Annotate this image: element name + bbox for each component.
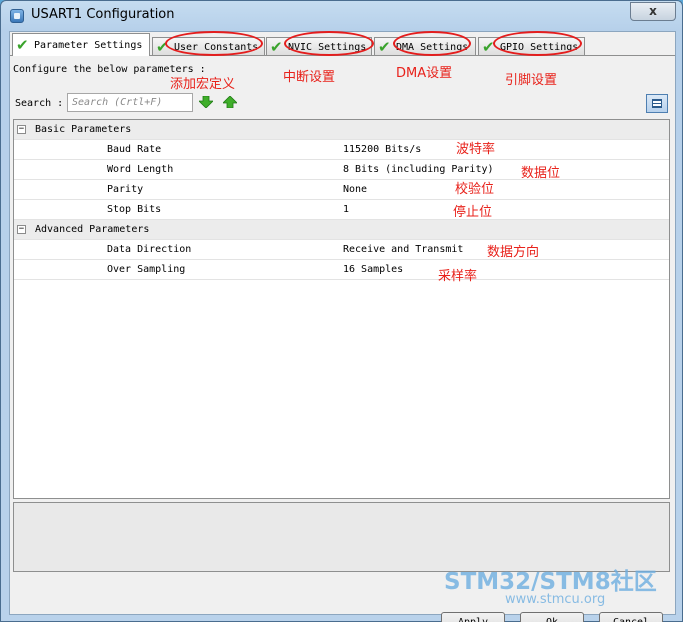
list-view-icon: [652, 99, 662, 108]
param-name: Parity: [107, 184, 144, 195]
param-row-baud-rate[interactable]: Baud Rate 115200 Bits/s: [14, 140, 669, 160]
param-row-over-sampling[interactable]: Over Sampling 16 Samples: [14, 260, 669, 280]
param-name: Word Length: [107, 164, 174, 175]
param-value[interactable]: 115200 Bits/s: [343, 144, 421, 155]
check-icon: ✔: [270, 38, 283, 56]
close-button[interactable]: x: [630, 2, 676, 21]
search-previous-up-arrow-icon[interactable]: [223, 96, 237, 108]
annotation-word-length: 数据位: [521, 166, 561, 181]
param-row-stop-bits[interactable]: Stop Bits 1: [14, 200, 669, 220]
ok-button[interactable]: Ok: [520, 612, 584, 622]
check-icon: ✔: [16, 36, 29, 54]
annotation-stop-bits: 停止位: [453, 205, 493, 220]
annotation-ellipse-dma: [393, 31, 471, 56]
annotation-gpio: 引脚设置: [505, 73, 558, 88]
watermark: STM32/STM8社区: [444, 569, 657, 595]
param-name: Data Direction: [107, 244, 192, 255]
param-row-word-length[interactable]: Word Length 8 Bits (including Parity): [14, 160, 669, 180]
param-value[interactable]: 16 Samples: [343, 264, 403, 275]
tab-parameter-settings[interactable]: ✔ Parameter Settings: [12, 33, 150, 56]
annotation-ellipse-user-constants: [165, 31, 263, 56]
apply-button[interactable]: Apply: [441, 612, 505, 622]
parameter-grid: − Basic Parameters Baud Rate 115200 Bits…: [13, 119, 670, 499]
group-row-basic-parameters[interactable]: − Basic Parameters: [14, 120, 669, 140]
toggle-view-button[interactable]: [646, 94, 668, 113]
annotation-baud-rate: 波特率: [456, 142, 496, 157]
param-name: Stop Bits: [107, 204, 162, 215]
cancel-button[interactable]: Cancel: [599, 612, 663, 622]
param-value[interactable]: None: [343, 184, 367, 195]
param-row-parity[interactable]: Parity None: [14, 180, 669, 200]
check-icon: ✔: [378, 38, 391, 56]
annotation-over-sampling: 采样率: [438, 269, 478, 284]
collapse-icon[interactable]: −: [17, 225, 26, 234]
search-next-down-arrow-icon[interactable]: [199, 96, 213, 108]
annotation-data-direction: 数据方向: [487, 245, 540, 260]
annotation-parity: 校验位: [455, 182, 495, 197]
dialog-client-area: ✔ Parameter Settings ✔ User Constants ✔ …: [9, 31, 676, 622]
parameter-settings-panel: Configure the below parameters : Search …: [10, 55, 675, 622]
group-label: Basic Parameters: [35, 124, 132, 135]
window-title: USART1 Configuration: [31, 7, 175, 22]
title-bar[interactable]: USART1 Configuration x: [1, 1, 682, 31]
annotation-ellipse-nvic: [284, 31, 374, 56]
usart1-configuration-window: USART1 Configuration x ✔ Parameter Setti…: [0, 0, 683, 622]
annotation-nvic: 中断设置: [283, 70, 336, 85]
watermark-url: www.stmcu.org: [505, 592, 606, 607]
param-value[interactable]: 1: [343, 204, 349, 215]
param-value[interactable]: 8 Bits (including Parity): [343, 164, 494, 175]
annotation-user-constants: 添加宏定义: [170, 77, 236, 92]
annotation-ellipse-gpio: [493, 31, 582, 56]
app-icon: [10, 9, 24, 23]
param-row-data-direction[interactable]: Data Direction Receive and Transmit: [14, 240, 669, 260]
search-input[interactable]: Search (Crtl+F): [67, 93, 193, 112]
search-label: Search :: [15, 98, 64, 109]
param-value[interactable]: Receive and Transmit: [343, 244, 463, 255]
collapse-icon[interactable]: −: [17, 125, 26, 134]
param-name: Over Sampling: [107, 264, 186, 275]
group-row-advanced-parameters[interactable]: − Advanced Parameters: [14, 220, 669, 240]
param-name: Baud Rate: [107, 144, 162, 155]
annotation-dma: DMA设置: [396, 66, 453, 81]
group-label: Advanced Parameters: [35, 224, 150, 235]
tab-label: Parameter Settings: [34, 40, 143, 51]
